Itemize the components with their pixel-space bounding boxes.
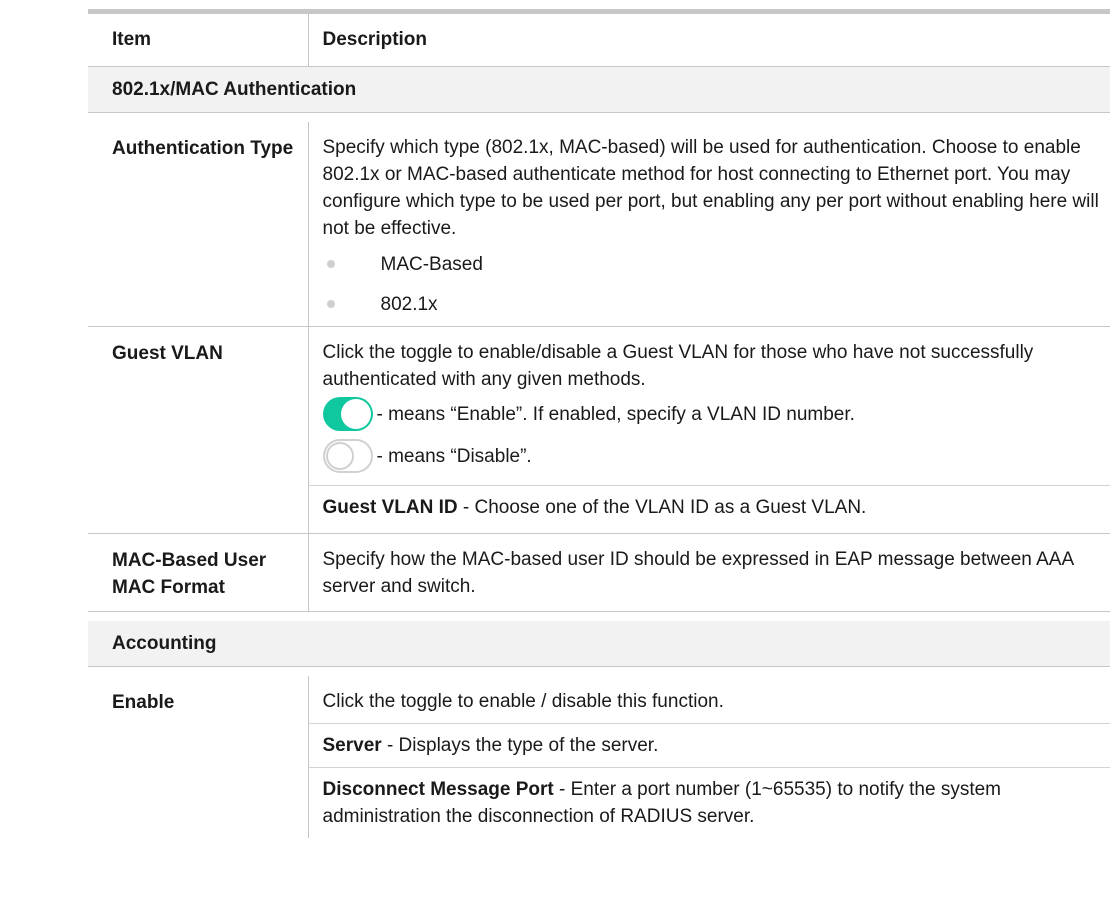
guest-vlan-id-line: Guest VLAN ID - Choose one of the VLAN I… — [308, 485, 1110, 529]
bullet-dot-icon — [326, 260, 335, 268]
description-table-wrapper: Item Description 802.1x/MAC Authenticati… — [88, 9, 1110, 838]
bullet-dot-icon — [326, 300, 335, 308]
disconnect-port-line: Disconnect Message Port - Enter a port n… — [308, 767, 1110, 838]
list-item: 802.1x — [323, 284, 1101, 324]
server-line: Server - Displays the type of the server… — [308, 723, 1110, 767]
table-row: Guest VLAN Click the toggle to enable/di… — [88, 326, 1110, 534]
row-desc-enable: Click the toggle to enable / disable thi… — [307, 676, 1110, 838]
enable-text: Click the toggle to enable / disable thi… — [322, 691, 724, 712]
disconnect-port-label: Disconnect Message Port — [322, 779, 554, 800]
server-label: Server — [322, 735, 382, 756]
row-item-mac-format: MAC-Based User MAC Format — [88, 533, 308, 612]
section-title-accounting: Accounting — [88, 621, 1110, 667]
table-header-row: Item Description — [88, 14, 1110, 67]
row-item-enable: Enable — [112, 692, 175, 713]
table-row: MAC-Based User MAC Format Specify how th… — [88, 533, 1110, 612]
toggle-on-text: - means “Enable”. If enabled, specify a … — [376, 403, 855, 425]
row-desc-auth-type: Specify which type (802.1x, MAC-based) w… — [307, 122, 1110, 327]
list-item: MAC-Based — [323, 244, 1101, 284]
row-item-guest-vlan: Guest VLAN — [88, 326, 308, 534]
guest-vlan-id-label: Guest VLAN ID — [322, 497, 458, 518]
description-table: Item Description 802.1x/MAC Authenticati… — [88, 14, 1110, 838]
row-desc-mac-format: Specify how the MAC-based user ID should… — [307, 533, 1110, 612]
section-row-auth: 802.1x/MAC Authentication — [88, 66, 1110, 113]
toggle-off-text: - means “Disable”. — [376, 445, 532, 467]
header-item: Item — [88, 14, 308, 67]
guest-vlan-text: Click the toggle to enable/disable a Gue… — [322, 342, 1034, 390]
header-description: Description — [307, 14, 1110, 67]
section-title-auth: 802.1x/MAC Authentication — [88, 66, 1110, 113]
toggle-off-icon — [322, 439, 373, 473]
option-mac-based: MAC-Based — [380, 253, 483, 275]
server-text: - Displays the type of the server. — [381, 735, 659, 756]
row-desc-guest-vlan: Click the toggle to enable/disable a Gue… — [307, 326, 1110, 534]
table-row: Enable Click the toggle to enable / disa… — [88, 676, 1110, 838]
toggle-on-line: - means “Enable”. If enabled, specify a … — [322, 393, 1101, 435]
row-item-auth-type: Authentication Type — [88, 122, 308, 327]
toggle-on-icon — [322, 397, 373, 431]
option-8021x: 802.1x — [380, 293, 438, 315]
guest-vlan-id-text: - Choose one of the VLAN ID as a Guest V… — [457, 497, 867, 518]
section-row-accounting: Accounting — [88, 621, 1110, 667]
auth-type-text: Specify which type (802.1x, MAC-based) w… — [322, 137, 1099, 239]
table-row: Authentication Type Specify which type (… — [88, 122, 1110, 327]
toggle-off-line: - means “Disable”. — [322, 435, 1101, 477]
